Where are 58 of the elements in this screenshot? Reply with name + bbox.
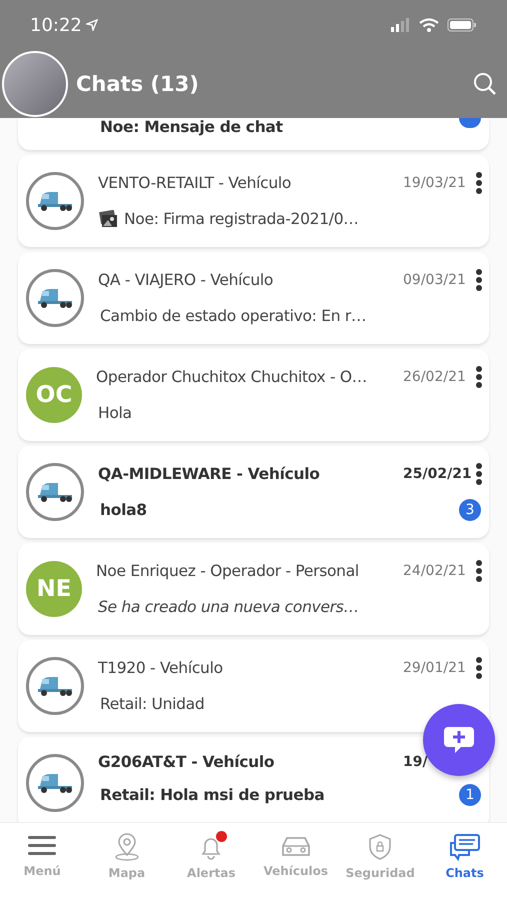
map-pin-icon (114, 833, 140, 861)
truck-icon (36, 675, 74, 697)
message-preview: Hola (97, 404, 133, 422)
search-icon[interactable] (473, 72, 497, 96)
chat-name: VENTO-RETAILT - Vehículo (98, 174, 292, 192)
more-icon[interactable] (475, 268, 483, 292)
chat-name: G206AT&T - Vehículo (98, 753, 276, 771)
chat-name: QA-MIDLEWARE - Vehículo (98, 465, 321, 483)
more-icon[interactable] (475, 559, 483, 583)
photo-icon (98, 210, 118, 228)
message-preview: hola8 (99, 501, 148, 519)
chat-name: QA - VIAJERO - Vehículo (98, 271, 274, 289)
wifi-icon (419, 18, 439, 32)
initials-avatar: OC (26, 367, 82, 423)
initials-avatar: NE (26, 561, 82, 617)
message-preview: Retail: Unidad (99, 695, 206, 713)
shield-lock-icon (367, 833, 394, 861)
more-icon[interactable] (475, 656, 483, 680)
message-preview: Se ha creado una nueva convers… (97, 598, 360, 616)
chat-card[interactable]: Noe: Mensaje de chat (18, 118, 489, 150)
chat-card[interactable]: NE Noe Enriquez - Operador - Personal 24/02/21 Se ha creado una nueva convers… (18, 543, 489, 635)
chat-bubbles-icon (448, 833, 481, 861)
unread-badge: 1 (459, 784, 481, 806)
chat-name: Noe Enriquez - Operador - Personal (96, 562, 360, 580)
chat-date: 09/03/21 (403, 272, 467, 288)
chat-card[interactable]: QA-MIDLEWARE - Vehículo 25/02/21 hola8 3 (18, 446, 489, 538)
chat-name: T1920 - Vehículo (98, 659, 224, 677)
chat-card[interactable]: OC Operador Chuchitox Chuchitox - O… 26/02/21 Hola (18, 349, 489, 441)
unread-badge: 3 (459, 499, 481, 521)
location-arrow-icon (86, 19, 98, 31)
more-icon[interactable] (475, 171, 483, 195)
chat-card[interactable]: VENTO-RETAILT - Vehículo 19/03/21 Noe: Firma registrada-2021/0… (18, 155, 489, 247)
truck-icon (36, 481, 74, 503)
more-icon[interactable] (475, 462, 483, 486)
page-title: Chats (13) (76, 72, 199, 96)
truck-icon (36, 772, 74, 794)
signal-icon (391, 18, 411, 32)
more-icon[interactable] (475, 365, 483, 389)
message-preview: Noe: Firma registrada-2021/0… (123, 210, 360, 228)
message-preview: Noe: Mensaje de chat (100, 118, 284, 136)
add-chat-icon (443, 725, 475, 755)
battery-icon (447, 18, 477, 32)
tab-item[interactable]: Chats (424, 833, 505, 880)
truck-icon (36, 287, 74, 309)
chat-card[interactable]: G206AT&T - Vehículo 19/ Retail: Hola msi de prueba 1 (18, 737, 489, 822)
chat-date: 24/02/21 (403, 563, 467, 579)
chat-date: 26/02/21 (403, 369, 467, 385)
message-preview: Retail: Hola msi de prueba (99, 786, 326, 804)
chat-date: 19/03/21 (403, 175, 467, 191)
truck-icon (36, 190, 74, 212)
clock-time: 10:22 (30, 14, 82, 36)
chat-card[interactable]: QA - VIAJERO - Vehículo 09/03/21 Cambio de estado operativo: En r… (18, 252, 489, 344)
chat-card[interactable]: T1920 - Vehículo 29/01/21 Retail: Unidad (18, 640, 489, 732)
chat-date: 19/ (403, 754, 429, 770)
message-preview: Cambio de estado operativo: En r… (99, 307, 368, 325)
chat-name: Operador Chuchitox Chuchitox - O… (96, 368, 368, 386)
chat-date: 29/01/21 (403, 660, 467, 676)
chat-date: 25/02/21 (403, 466, 471, 482)
